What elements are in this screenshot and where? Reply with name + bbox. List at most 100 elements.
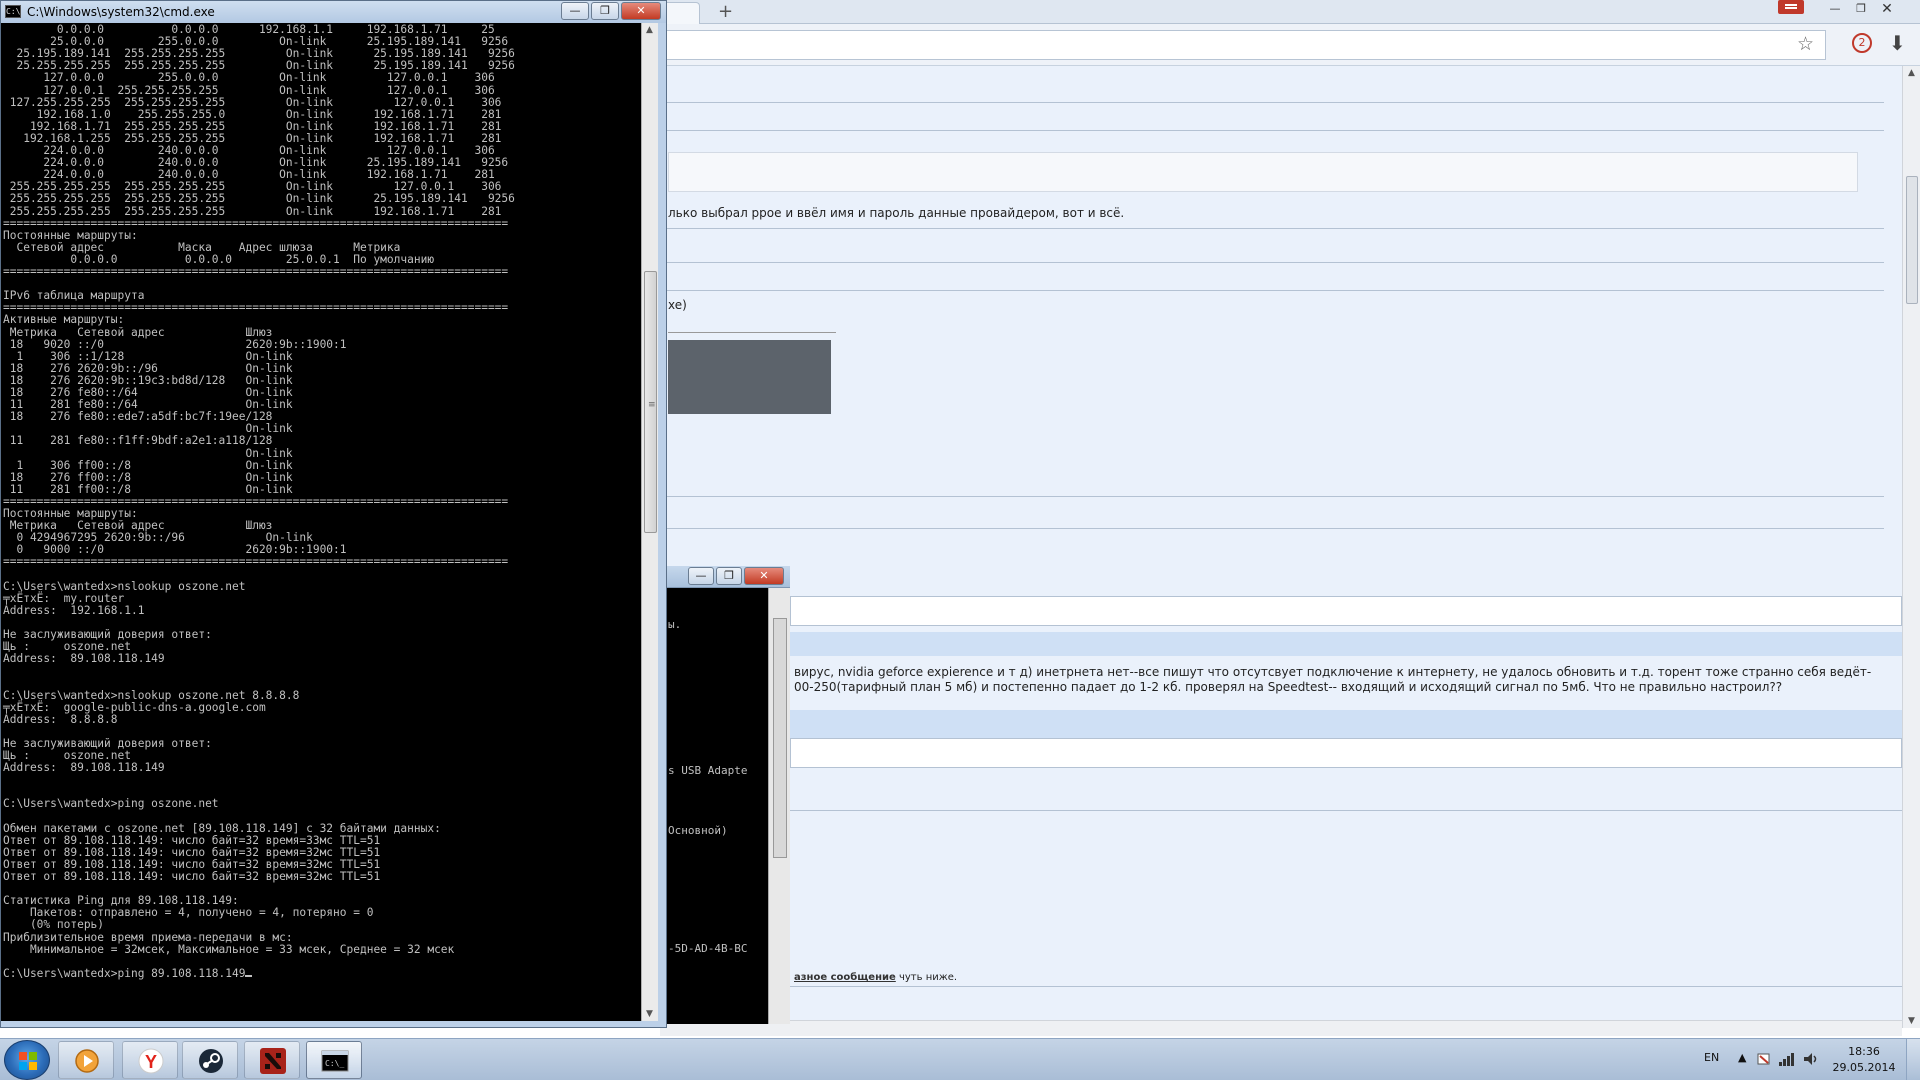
download-icon[interactable]: ⬇ [1889, 31, 1906, 55]
quote-box [668, 152, 1858, 192]
cmd-minimize-button[interactable]: — [561, 2, 589, 20]
cmd-line: 11 281 fe80::f1ff:9bdf:a2e1:a118/128 [3, 434, 273, 448]
cmd-line: 18 276 2620:9b::/96 On-link [3, 361, 293, 375]
dota-icon [260, 1048, 286, 1074]
cmd-line: C:\Users\wantedx>nslookup oszone.net 8.8… [3, 688, 300, 702]
text-cursor [245, 974, 253, 977]
cmd-line: Address: 8.8.8.8 [3, 712, 118, 726]
cmd-scrollbar[interactable]: ▲ ≡ ▼ [641, 23, 658, 1021]
browser-horizontal-scrollbar[interactable] [660, 1020, 1902, 1036]
cmd-line: On-link [3, 446, 293, 460]
cmd-line: ========================================… [3, 555, 509, 569]
cmd-maximize-button[interactable]: ❐ [591, 2, 619, 20]
console-2-maximize-button[interactable]: ❐ [716, 567, 742, 585]
console-window-2[interactable]: — ❐ ✕ ы. s USB Adapte Основной) -5D-AD-4… [660, 566, 790, 1024]
cmd-line: Address: 89.108.118.149 [3, 652, 165, 666]
cmd-line: ╤xЁтхЁ: my.router [3, 591, 125, 605]
cmd-titlebar[interactable]: C:\ C:\Windows\system32\cmd.exe — ❐ ✕ [1, 1, 666, 23]
taskbar-cmd[interactable]: C:\_ [306, 1041, 362, 1079]
taskbar-steam[interactable] [182, 1041, 238, 1079]
cmd-line: Приблизительное время приема-передачи в … [3, 930, 293, 944]
browser-restore-button[interactable]: ❐ [1850, 2, 1872, 16]
message-link[interactable]: азное сообщение [794, 972, 896, 983]
cmd-line: Метрика Сетевой адрес Шлюз [3, 325, 273, 339]
cmd-line: ========================================… [3, 265, 509, 278]
clock-date[interactable]: 29.05.2014 [1830, 1061, 1898, 1074]
steam-icon [199, 1049, 223, 1073]
post-footnote: азное сообщение чуть ниже. [794, 972, 957, 983]
console-2-scroll-thumb[interactable] [773, 618, 787, 858]
network-icon[interactable] [1778, 1051, 1796, 1067]
new-tab-button[interactable]: + [718, 1, 733, 22]
volume-icon[interactable] [1802, 1051, 1820, 1067]
cmd-line: Ответ от 89.108.118.149: число байт=32 в… [3, 833, 381, 847]
cmd-prompt-text: C:\Users\wantedx>ping 89.108.118.149 [3, 966, 246, 980]
browser-minimize-button[interactable]: — [1824, 2, 1846, 16]
console-2-minimize-button[interactable]: — [688, 567, 714, 585]
scroll-down-icon[interactable]: ▼ [1908, 1016, 1915, 1026]
scroll-thumb[interactable] [1906, 176, 1918, 304]
cmd-line: Сетевой адрес Маска Адрес шлюза Метрика [3, 240, 401, 254]
yandex-menu-icon[interactable] [1778, 0, 1804, 14]
cmd-title: C:\Windows\system32\cmd.exe [27, 5, 215, 19]
console-2-close-button[interactable]: ✕ [744, 567, 784, 585]
extension-badge-icon[interactable]: 2 [1852, 33, 1872, 53]
cmd-prompt[interactable]: C:\Users\wantedx>ping 89.108.118.149 [3, 966, 253, 980]
taskbar: Y C:\_ EN ▲ 18:36 29.05.2014 [0, 1038, 1920, 1080]
grip-icon: ≡ [648, 400, 656, 410]
tray-expand-icon[interactable]: ▲ [1738, 1051, 1746, 1064]
console-2-line: Основной) [668, 824, 728, 837]
divider [668, 332, 836, 333]
language-indicator[interactable]: EN [1704, 1051, 1719, 1064]
start-button[interactable] [4, 1040, 50, 1080]
cmd-line: Ответ от 89.108.118.149: число байт=32 в… [3, 845, 381, 859]
cmd-icon[interactable]: C:\ [5, 5, 21, 18]
footnote-text: чуть ниже. [895, 972, 958, 983]
cmd-line: 255.255.255.255 255.255.255.255 On-link … [3, 192, 515, 206]
cmd-scroll-down-icon[interactable]: ▼ [646, 1009, 653, 1019]
cmd-line: (0% потерь) [3, 918, 105, 932]
divider [790, 810, 1902, 811]
cmd-line: 127.0.0.0 255.0.0.0 On-link 127.0.0.1 30… [3, 71, 495, 85]
cmd-line: 11 281 ff00::/8 On-link [3, 482, 293, 496]
cmd-line: Постоянные маршруты: [3, 228, 138, 242]
cmd-icon: C:\_ [321, 1050, 349, 1072]
cmd-line: 192.168.1.0 255.255.255.0 On-link 192.16… [3, 107, 502, 121]
taskbar-media-player[interactable] [58, 1041, 114, 1079]
console-2-titlebar[interactable]: — ❐ ✕ [660, 566, 790, 588]
yandex-icon: Y [138, 1048, 164, 1074]
browser-close-button[interactable]: ✕ [1876, 2, 1898, 16]
taskbar-yandex-browser[interactable]: Y [122, 1041, 178, 1079]
cmd-scroll-thumb[interactable]: ≡ [644, 271, 657, 533]
console-2-line: ы. [668, 618, 682, 631]
post-text: xe) [668, 298, 687, 312]
cmd-window[interactable]: C:\ C:\Windows\system32\cmd.exe — ❐ ✕ 0.… [0, 0, 667, 1028]
windows-logo-icon [19, 1052, 37, 1070]
cmd-line: Минимальное = 32мсек, Максимальное = 33 … [3, 942, 455, 956]
taskbar-dota2[interactable] [244, 1041, 300, 1079]
post-text: лько выбрал ppoe и ввёл имя и пароль дан… [668, 206, 1125, 220]
post-header [790, 738, 1902, 768]
embedded-image [668, 340, 831, 414]
cmd-scroll-up-icon[interactable]: ▲ [646, 25, 653, 35]
scroll-up-icon[interactable]: ▲ [1908, 68, 1915, 78]
cmd-line: ========================================… [3, 216, 509, 230]
post-header-band [790, 632, 1902, 656]
cmd-line: 1 306 ::1/128 On-link [3, 349, 293, 363]
cmd-line: Активные маршруты: [3, 313, 125, 327]
cmd-line: 18 9020 ::/0 2620:9b::1900:1 [3, 337, 347, 351]
post-footer-band [790, 710, 1902, 740]
cmd-close-button[interactable]: ✕ [621, 2, 661, 20]
cmd-line: Address: 192.168.1.1 [3, 603, 145, 617]
browser-vertical-scrollbar[interactable]: ▲ ▼ [1902, 66, 1920, 1028]
show-desktop-button[interactable] [1906, 1039, 1920, 1080]
post-text: вирус, nvidia geforce expierence и т д) … [794, 665, 1872, 679]
cmd-line: 192.168.1.71 255.255.255.255 On-link 192… [3, 119, 502, 133]
post-text: 00-250(тарифный план 5 мб) и постепенно … [794, 680, 1783, 694]
action-center-icon[interactable] [1756, 1051, 1772, 1067]
console-2-scrollbar[interactable] [768, 588, 790, 1024]
svg-text:C:\_: C:\_ [325, 1059, 344, 1068]
cmd-output[interactable]: 0.0.0.0 0.0.0.0 192.168.1.1 192.168.1.71… [1, 23, 641, 1021]
star-icon[interactable]: ☆ [1797, 33, 1814, 55]
clock-time[interactable]: 18:36 [1836, 1045, 1892, 1058]
